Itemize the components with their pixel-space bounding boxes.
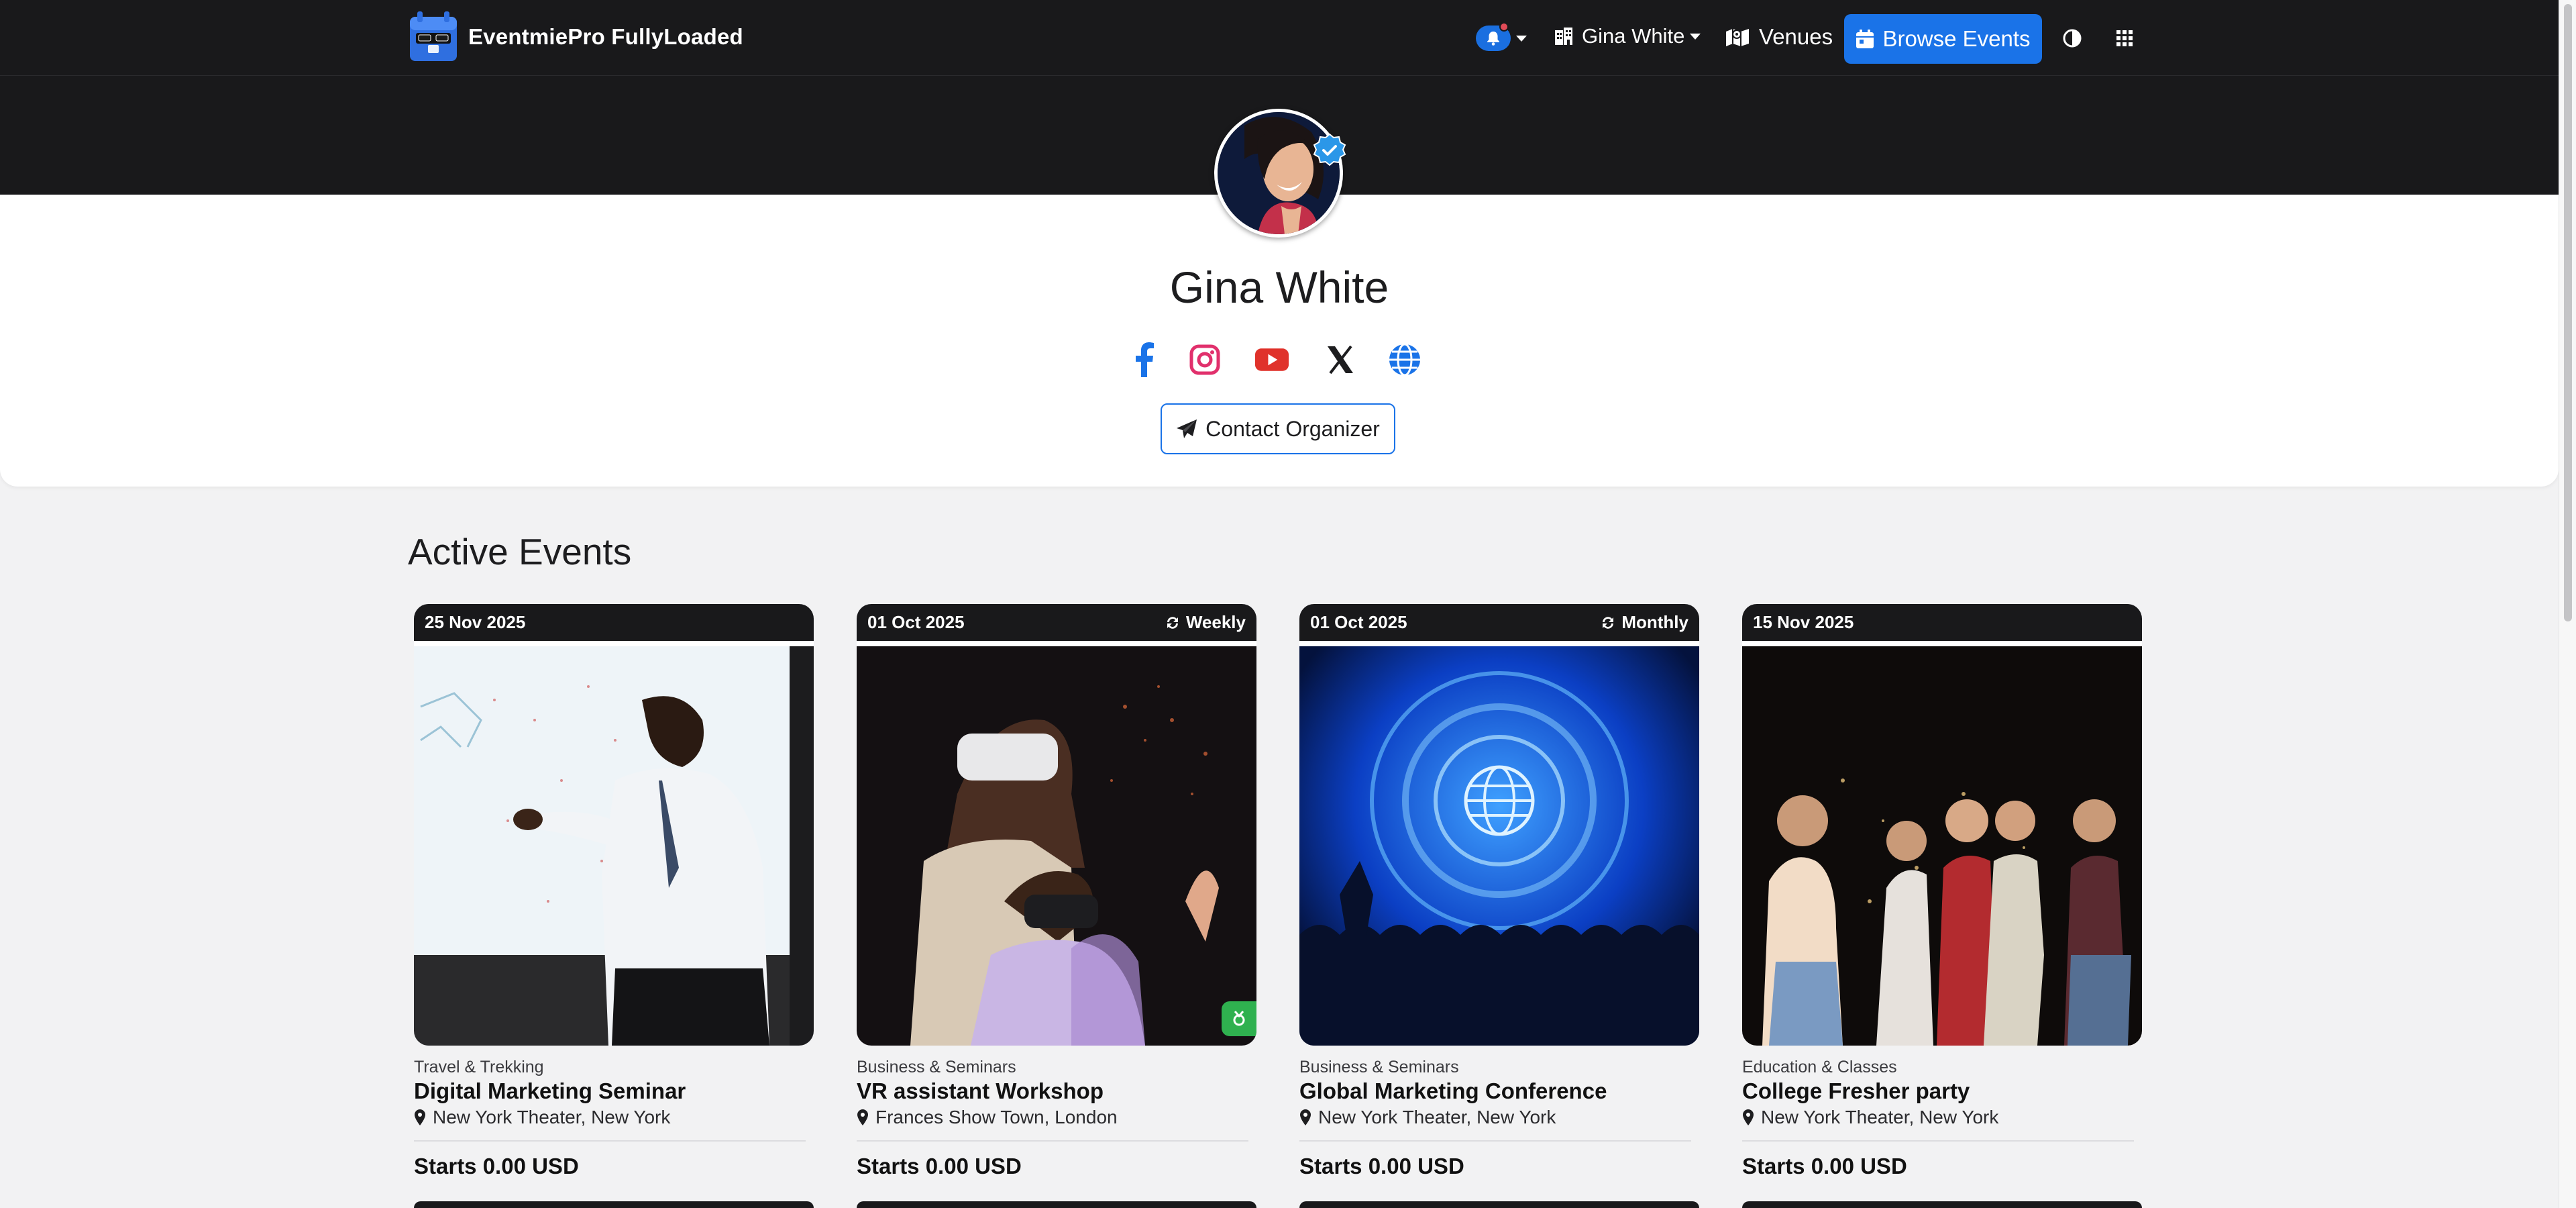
event-image[interactable] (1299, 641, 1699, 1046)
event-card-next-row (1299, 1201, 1699, 1208)
youtube-icon[interactable] (1254, 341, 1289, 379)
contact-organizer-button[interactable]: Contact Organizer (1161, 403, 1395, 454)
page-scrollbar[interactable] (2559, 0, 2576, 1208)
venues-link[interactable]: Venues (1725, 24, 1833, 50)
contact-organizer-label: Contact Organizer (1205, 416, 1380, 441)
event-card-header: 15 Nov 2025 (1742, 604, 2142, 641)
user-name: Gina White (1582, 24, 1685, 48)
event-location: New York Theater, New York (414, 1107, 814, 1128)
repeat-icon (1167, 616, 1178, 629)
featured-badge-icon (1222, 1001, 1256, 1036)
event-card-next-row (414, 1201, 814, 1208)
venues-label: Venues (1759, 24, 1833, 49)
event-title[interactable]: Global Marketing Conference (1299, 1078, 1699, 1104)
scrollbar-thumb[interactable] (2564, 4, 2572, 621)
social-links (1127, 341, 1436, 379)
divider (1299, 1140, 1691, 1142)
map-pin-icon (857, 1109, 868, 1125)
event-card-header: 01 Oct 2025 Monthly (1299, 604, 1699, 641)
event-date: 25 Nov 2025 (425, 612, 526, 632)
theme-toggle-icon[interactable] (2062, 28, 2082, 48)
apps-grid-icon[interactable] (2115, 29, 2134, 48)
event-card[interactable]: 01 Oct 2025 Weekly Business & Seminars V… (857, 604, 1256, 1179)
event-card-header: 01 Oct 2025 Weekly (857, 604, 1256, 641)
event-image[interactable] (857, 641, 1256, 1046)
event-card-next-row (857, 1201, 1256, 1208)
event-location: New York Theater, New York (1742, 1107, 2142, 1128)
map-pin-icon (415, 1109, 425, 1125)
event-price: Starts 0.00 USD (1299, 1154, 1464, 1178)
globe-icon[interactable] (1387, 341, 1422, 379)
event-image[interactable] (414, 641, 814, 1046)
map-icon (1726, 29, 1749, 46)
brand-name: EventmiePro FullyLoaded (468, 24, 743, 49)
divider (1742, 1140, 2134, 1142)
verified-badge-icon (1312, 133, 1347, 168)
event-title[interactable]: College Fresher party (1742, 1078, 2142, 1104)
paper-plane-icon (1177, 419, 1197, 438)
divider (414, 1140, 806, 1142)
event-location-text: New York Theater, New York (1318, 1107, 1556, 1127)
chevron-down-icon (1516, 35, 1527, 42)
building-icon (1555, 28, 1572, 45)
event-card-next-row (1742, 1201, 2142, 1208)
event-card[interactable]: 15 Nov 2025 Education & Classes College … (1742, 604, 2142, 1179)
notifications-dropdown[interactable] (1476, 22, 1527, 51)
instagram-icon[interactable] (1187, 341, 1222, 379)
divider (857, 1140, 1248, 1142)
notification-dot (1499, 22, 1509, 32)
event-location-text: New York Theater, New York (1761, 1107, 1999, 1127)
calendar-logo-icon (408, 10, 459, 64)
repeat-frequency: Monthly (1600, 612, 1688, 633)
bell-icon (1476, 22, 1511, 51)
organizer-avatar (1214, 109, 1346, 238)
event-date: 15 Nov 2025 (1753, 612, 1854, 632)
event-location: Frances Show Town, London (857, 1107, 1256, 1128)
event-price: Starts 0.00 USD (857, 1154, 1022, 1178)
event-card-header: 25 Nov 2025 (414, 604, 814, 641)
brand[interactable]: EventmiePro FullyLoaded (408, 10, 743, 64)
browse-events-button[interactable]: Browse Events (1844, 14, 2042, 64)
event-card[interactable]: 01 Oct 2025 Monthly Business & Seminars … (1299, 604, 1699, 1179)
event-title[interactable]: Digital Marketing Seminar (414, 1078, 814, 1104)
map-pin-icon (1743, 1109, 1754, 1125)
user-menu[interactable]: Gina White (1554, 24, 1701, 48)
event-category: Education & Classes (1742, 1058, 1897, 1076)
event-location-text: New York Theater, New York (433, 1107, 671, 1127)
event-price: Starts 0.00 USD (414, 1154, 579, 1178)
facebook-icon[interactable] (1127, 341, 1162, 379)
event-location: New York Theater, New York (1299, 1107, 1699, 1128)
calendar-icon (1856, 30, 1874, 48)
avatar (1214, 109, 1343, 238)
repeat-icon (1603, 616, 1614, 629)
organizer-name: Gina White (1169, 262, 1389, 312)
x-icon[interactable] (1323, 341, 1358, 379)
chevron-down-icon (1690, 33, 1701, 40)
repeat-label: Weekly (1185, 612, 1246, 632)
browse-events-label: Browse Events (1882, 26, 2031, 51)
event-price: Starts 0.00 USD (1742, 1154, 1907, 1178)
event-date: 01 Oct 2025 (867, 612, 965, 632)
event-category: Business & Seminars (857, 1058, 1016, 1076)
repeat-frequency: Weekly (1165, 612, 1246, 633)
top-navbar: EventmiePro FullyLoaded Gina White Venue… (0, 0, 2559, 76)
event-category: Business & Seminars (1299, 1058, 1459, 1076)
event-location-text: Frances Show Town, London (875, 1107, 1118, 1127)
section-title-active-events: Active Events (408, 531, 632, 572)
event-title[interactable]: VR assistant Workshop (857, 1078, 1256, 1104)
event-category: Travel & Trekking (414, 1058, 544, 1076)
map-pin-icon (1300, 1109, 1311, 1125)
event-card[interactable]: 25 Nov 2025 Travel & Trekking Digital Ma… (414, 604, 814, 1179)
repeat-label: Monthly (1621, 612, 1688, 632)
event-date: 01 Oct 2025 (1310, 612, 1407, 632)
event-image[interactable] (1742, 641, 2142, 1046)
